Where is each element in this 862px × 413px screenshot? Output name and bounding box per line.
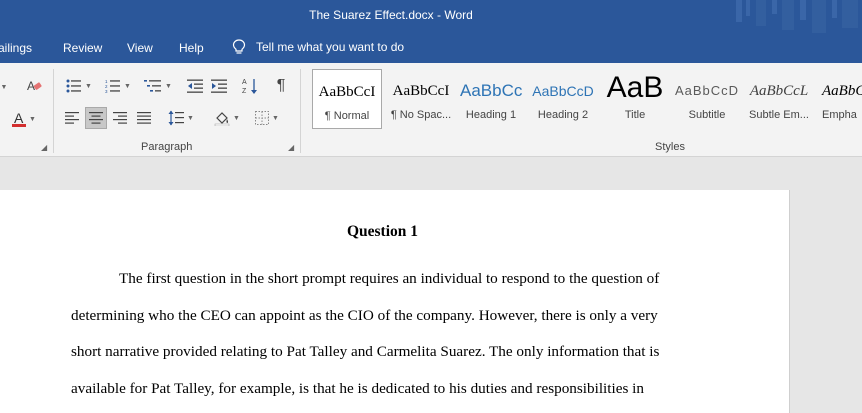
svg-text:A: A: [242, 79, 247, 86]
clear-formatting-icon[interactable]: A: [24, 77, 44, 95]
document-canvas: Question 1 The first question in the sho…: [0, 157, 862, 413]
font-dialog-launcher-icon[interactable]: ◢: [41, 143, 47, 152]
borders-icon: [255, 111, 270, 125]
tab-mailings[interactable]: ailings: [0, 41, 32, 55]
style-preview: AaBbCcD: [674, 83, 740, 98]
bullets-icon: [66, 79, 82, 93]
font-dropdown-arrow[interactable]: ▼: [0, 79, 10, 95]
style-name: Title: [624, 109, 646, 121]
increase-indent-button[interactable]: [209, 76, 229, 96]
line-spacing-icon: [168, 110, 185, 126]
sort-icon: AZ: [242, 79, 257, 95]
tell-me-search[interactable]: Tell me what you want to do: [232, 39, 404, 55]
style-name: Subtitle: [688, 109, 726, 121]
paragraph-group-label: Paragraph: [141, 141, 193, 153]
style-preview: AaBbCcL: [749, 83, 809, 99]
bullets-button[interactable]: ▼: [62, 76, 96, 96]
font-color-swatch: [12, 124, 27, 127]
shading-button[interactable]: ▼: [210, 107, 244, 129]
align-center-icon: [89, 112, 103, 124]
document-page[interactable]: Question 1 The first question in the sho…: [0, 190, 790, 413]
style-name: Empha: [822, 109, 857, 121]
style-normal[interactable]: AaBbCcI ¶ Normal: [312, 69, 382, 129]
style-name: ¶ Normal: [324, 110, 370, 122]
justify-icon: [137, 112, 151, 124]
style-subtle-emphasis[interactable]: AaBbCcL Subtle Em...: [746, 69, 812, 129]
style-heading-1[interactable]: AaBbCc Heading 1: [460, 69, 522, 129]
tell-me-label: Tell me what you want to do: [256, 40, 405, 54]
show-formatting-marks-icon[interactable]: ¶: [272, 75, 290, 97]
styles-group-label: Styles: [655, 141, 685, 153]
multilevel-list-button[interactable]: ▼: [140, 76, 176, 96]
numbering-icon: 123: [105, 79, 121, 93]
document-text-line: The first question in the short prompt r…: [119, 270, 660, 287]
borders-button[interactable]: ▼: [250, 107, 284, 129]
style-preview: AaBbCcD: [532, 83, 594, 99]
ribbon-tab-bar: ailings Review View Help Tell me what yo…: [0, 33, 862, 63]
group-separator: [53, 69, 54, 153]
style-name: Subtle Em...: [749, 109, 809, 121]
tab-review[interactable]: Review: [63, 41, 102, 55]
style-name: Heading 2: [537, 109, 589, 121]
align-left-button[interactable]: [62, 108, 82, 128]
multilevel-list-icon: [144, 80, 162, 92]
style-preview: AaBbCcI: [392, 83, 450, 99]
document-text-line: available for Pat Talley, for example, i…: [71, 380, 644, 397]
title-bar: The Suarez Effect.docx - Word: [0, 0, 862, 33]
document-heading: Question 1: [346, 223, 419, 240]
line-spacing-button[interactable]: ▼: [164, 107, 198, 129]
align-right-icon: [113, 112, 127, 124]
style-preview: AaBbCc: [822, 83, 862, 99]
align-left-icon: [65, 112, 79, 124]
ribbon: ▼ A A ▼ ◢ ▼ 1 2 3 ▼ ▼ AZ ¶ ▼ ▼ ▼ Paragra…: [0, 63, 862, 157]
document-text-line: determining who the CEO can appoint as t…: [71, 307, 658, 324]
increase-indent-icon: [211, 79, 227, 93]
tab-help[interactable]: Help: [179, 41, 204, 55]
sort-button[interactable]: AZ: [240, 75, 260, 97]
align-right-button[interactable]: [110, 108, 130, 128]
justify-button[interactable]: [134, 108, 154, 128]
group-separator: [300, 69, 301, 153]
svg-text:Z: Z: [242, 88, 247, 95]
paragraph-dialog-launcher-icon[interactable]: ◢: [288, 143, 294, 152]
svg-text:3: 3: [105, 89, 108, 93]
decrease-indent-icon: [187, 79, 203, 93]
window-title: The Suarez Effect.docx - Word: [309, 8, 473, 22]
styles-gallery: AaBbCcI ¶ Normal AaBbCcI ¶ No Spac... Aa…: [310, 69, 862, 133]
style-subtitle[interactable]: AaBbCcD Subtitle: [674, 69, 740, 129]
style-title[interactable]: AaB Title: [602, 69, 668, 129]
style-preview: AaBbCc: [460, 81, 522, 100]
align-center-button[interactable]: [85, 107, 107, 129]
style-preview: AaBbCcI: [318, 84, 376, 100]
title-bar-decoration: [736, 0, 858, 33]
document-text-line: short narrative provided relating to Pat…: [71, 343, 660, 360]
tab-view[interactable]: View: [127, 41, 153, 55]
paint-bucket-icon: [214, 112, 230, 126]
numbering-button[interactable]: 1 2 3 ▼: [101, 76, 135, 96]
style-no-spacing[interactable]: AaBbCcI ¶ No Spac...: [385, 69, 457, 129]
decrease-indent-button[interactable]: [185, 76, 205, 96]
lightbulb-icon: [232, 39, 246, 54]
svg-text:A: A: [27, 79, 35, 93]
style-heading-2[interactable]: AaBbCcD Heading 2: [532, 69, 594, 129]
font-color-button[interactable]: A ▼: [8, 109, 40, 129]
style-name: Heading 1: [465, 109, 517, 121]
style-emphasis[interactable]: AaBbCc Empha: [818, 69, 862, 129]
style-preview: AaB: [606, 71, 664, 104]
style-name: ¶ No Spac...: [390, 109, 452, 121]
